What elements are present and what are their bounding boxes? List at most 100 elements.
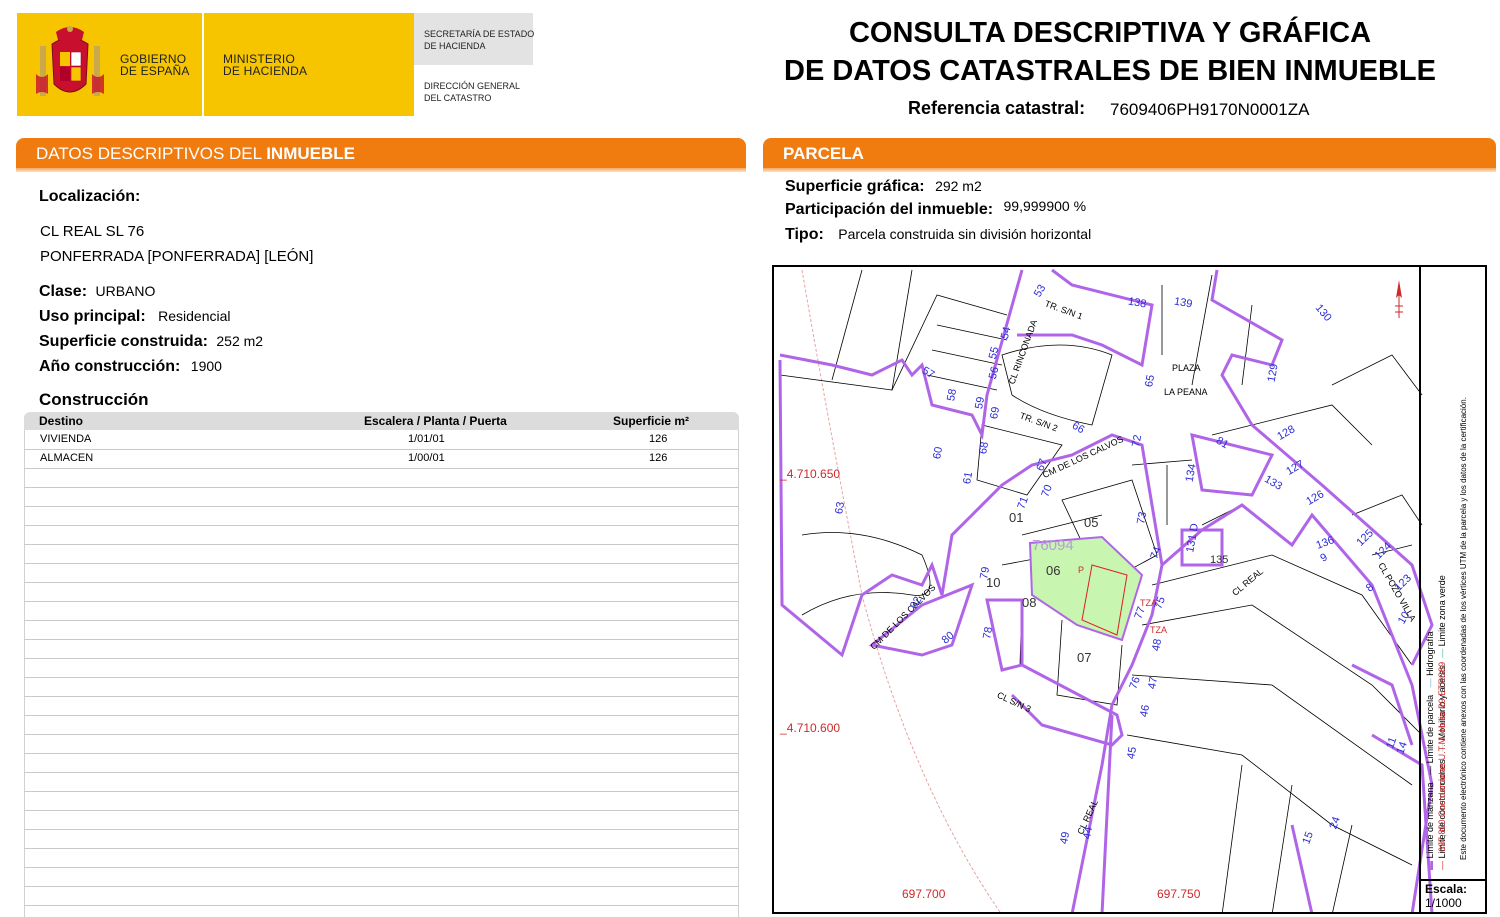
sup-grafica-label: Superficie gráfica: (785, 178, 925, 195)
clase-label: Clase: (39, 283, 88, 300)
north-arrow-icon (1395, 280, 1403, 318)
street-label: LA PEANA (1164, 387, 1208, 397)
coord-y-label: _4.710.600 (780, 721, 841, 735)
map-legend-separator (1419, 265, 1421, 914)
table-row-divider (24, 544, 739, 545)
uso-value: Residencial (158, 308, 231, 324)
sup-grafica-row: Superficie gráfica: 292 m2 (785, 178, 982, 196)
house-number-label: 59 (973, 395, 988, 411)
table-row-divider (24, 620, 739, 621)
legend-doc-note: Este documento electrónico contiene anex… (1459, 397, 1468, 860)
scale-value: 1/1000 (1425, 896, 1462, 910)
house-number-label: 72 (1130, 433, 1145, 449)
table-row-divider (24, 791, 739, 792)
logo-gobierno-text: GOBIERNO DE ESPAÑA (120, 52, 190, 78)
subparcel-label: 135 (1210, 554, 1229, 566)
house-number-label: 46 (1138, 703, 1153, 719)
superficie-row: Superficie construida: 252 m2 (39, 333, 263, 351)
page-title: CONSULTA DESCRIPTIVA Y GRÁFICA DE DATOS … (784, 17, 1436, 87)
marker-p: P (1078, 565, 1085, 575)
legend-row-1: ▬ Limite de manzana ― Limite de parcela … (1425, 631, 1435, 870)
participacion-row: Participación del inmueble: 99,999900 % (785, 198, 1086, 219)
table-row-divider (24, 734, 739, 735)
table-row-divider (24, 487, 739, 488)
scale-label: Escala: (1425, 882, 1468, 896)
house-number-label: 68 (977, 440, 992, 456)
house-number-label: 58 (945, 387, 960, 403)
logo-direccion-text: DIRECCIÓN GENERAL DEL CATASTRO (424, 81, 521, 103)
cell-superficie: 126 (649, 452, 668, 464)
cell-destino: ALMACEN (40, 452, 94, 464)
section-bar-datos-descriptivos: DATOS DESCRIPTIVOS DEL INMUEBLE (16, 138, 746, 168)
section-bar-shadow (763, 168, 1496, 172)
table-row-divider (24, 753, 739, 754)
anio-value: 1900 (190, 358, 222, 374)
cell-escalera: 1/01/01 (408, 433, 445, 445)
house-number-label: 47 (1146, 675, 1161, 691)
house-number-label: 44 (1081, 825, 1096, 841)
tipo-label: Tipo: (785, 226, 824, 243)
subparcel-label: 07 (1077, 650, 1092, 665)
localizacion-label: Localización: (39, 188, 141, 205)
subparcel-label: 05 (1084, 515, 1099, 530)
cadastral-map[interactable]: TR. S/N 1 CL RINCONADA PLAZA LA PEANA TR… (772, 265, 1487, 914)
uso-row: Uso principal: Residencial (39, 308, 231, 326)
coord-x-label: 697.750 (1157, 887, 1201, 901)
table-row: ALMACEN 1/00/01 126 (24, 452, 739, 470)
cadastral-map-svg (778, 268, 1434, 912)
coord-x-label: 697.700 (902, 887, 946, 901)
table-row-divider (24, 525, 739, 526)
ref-value: 7609406PH9170N0001ZA (1110, 100, 1310, 119)
referencia-catastral: Referencia catastral: 7609406PH9170N0001… (908, 98, 1309, 119)
th-superficie: Superficie m² (613, 414, 690, 428)
logo-separator (202, 13, 204, 116)
table-row-divider (24, 601, 739, 602)
th-destino: Destino (39, 414, 84, 428)
house-number-label: 61 (961, 470, 976, 486)
table-row-divider (24, 829, 739, 830)
table-row-divider (24, 886, 739, 887)
table-row-divider (24, 677, 739, 678)
street-label: PLAZA (1172, 363, 1201, 373)
house-number-label: 79 (978, 565, 993, 581)
th-escalera: Escalera / Planta / Puerta (364, 414, 507, 428)
subparcel-label: 01 (1009, 510, 1024, 525)
house-number-label: 49 (1058, 830, 1073, 846)
table-row-divider (24, 582, 739, 583)
table-row-divider (24, 772, 739, 773)
house-number-label: 78 (981, 625, 996, 641)
section-bar-shadow (16, 168, 746, 172)
participacion-label: Participación del inmueble: (785, 201, 994, 218)
tipo-value: Parcela construida sin división horizont… (838, 226, 1092, 242)
parcel-label: 76094 (1032, 537, 1074, 554)
cell-superficie: 126 (649, 433, 668, 445)
table-row-divider (24, 658, 739, 659)
superficie-value: 252 m2 (216, 333, 264, 349)
table-border-right (738, 430, 739, 917)
clase-row: Clase: URBANO (39, 283, 155, 301)
tipo-row: Tipo: Parcela construida sin división ho… (785, 226, 1091, 244)
coat-of-arms-icon (36, 26, 104, 96)
cell-destino: VIVIENDA (40, 433, 92, 445)
section-bar-parcela: PARCELA (763, 138, 1496, 168)
address-line-1: CL REAL SL 76 (40, 223, 145, 240)
house-number-label: 65 (1143, 373, 1158, 389)
map-legend: ▬ Limite de manzana ― Limite de parcela … (1422, 270, 1484, 875)
table-row-divider (24, 810, 739, 811)
address-line-2: PONFERRADA [PONFERRADA] [LEÓN] (40, 248, 314, 265)
anio-row: Año construcción: 1900 (39, 358, 222, 376)
construccion-table-header: Destino Escalera / Planta / Puerta Super… (24, 412, 739, 430)
uso-label: Uso principal: (39, 308, 146, 325)
map-scale: Escala: 1/1000 (1419, 879, 1487, 916)
table-row-divider (24, 715, 739, 716)
superficie-label: Superficie construida: (39, 333, 208, 350)
table-row-divider (24, 696, 739, 697)
table-row-divider (24, 639, 739, 640)
logo-ministerio-text: MINISTERIO DE HACIENDA (223, 52, 308, 78)
logo-secretaria-text: SECRETARÍA DE ESTADO DE HACIENDA (424, 29, 535, 51)
coord-y-label: _4.710.650 (780, 467, 841, 481)
marker-tza: TZA (1150, 625, 1167, 635)
table-row-divider (24, 506, 739, 507)
construccion-label: Construcción (39, 390, 149, 409)
table-row-divider (24, 867, 739, 868)
